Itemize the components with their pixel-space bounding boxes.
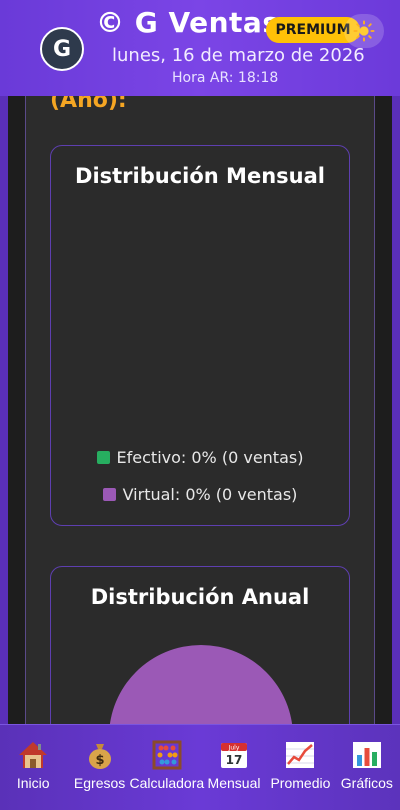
money-bag-icon: $ [88,744,111,769]
legend-item-virtual: Virtual: 0% (0 ventas) [51,485,349,504]
nav-label-graficos: Gráficos [340,775,393,791]
calendar-month: July [228,745,240,752]
user-avatar[interactable]: G [40,27,84,71]
nav-label-egresos: Egresos [73,775,126,791]
house-icon [19,742,48,768]
pie-slice-virtual [109,645,293,724]
nav-label-inicio: Inicio [16,775,50,791]
legend-item-efectivo: Efectivo: 0% (0 ventas) [51,448,349,467]
nav-item-promedio[interactable]: Promedio [267,725,333,791]
virtual-swatch [102,488,116,501]
monthly-distribution-card: Distribución Mensual Efectivo: 0% (0 ven… [50,145,350,526]
nav-item-calculadora[interactable]: Calculadora [129,725,204,791]
annual-card-title: Distribución Anual [90,585,310,609]
nav-item-inicio[interactable]: Inicio [0,725,66,791]
bottom-navigation: Inicio $ Egresos Calculadora July 17 Men… [0,724,400,810]
line-chart-icon [286,742,315,768]
nav-item-graficos[interactable]: Gráficos [334,725,400,791]
legend-label-virtual: Virtual: 0% (0 ventas) [122,485,298,504]
main-content[interactable]: (Año): Distribución Mensual Efectivo: 0%… [0,96,400,724]
bar-chart-icon [352,742,381,768]
nav-label-promedio: Promedio [270,775,331,791]
legend-label-efectivo: Efectivo: 0% (0 ventas) [116,448,304,467]
current-time: Hora AR: 18:18 [172,70,279,86]
annual-pie-chart [109,645,293,724]
app-title: © G Ventas [96,6,280,39]
nav-label-mensual: Mensual [207,775,261,791]
nav-label-calculadora: Calculadora [129,775,205,791]
nav-item-mensual[interactable]: July 17 Mensual [201,725,267,791]
abacus-icon [152,740,182,770]
sun-icon [353,20,375,42]
efectivo-swatch [96,451,110,464]
current-date: lunes, 16 de marzo de 2026 [112,45,365,66]
calendar-day: 17 [226,753,243,767]
nav-item-egresos[interactable]: $ Egresos [66,725,132,791]
avatar-letter: G [52,36,72,62]
section-heading: (Año): [50,96,127,113]
monthly-card-title: Distribución Mensual [75,164,325,188]
svg-text:$: $ [95,753,104,768]
app-header: G © G Ventas PREMIUM lunes, 16 de marzo … [0,0,400,96]
annual-distribution-card: Distribución Anual [50,566,350,724]
calendar-icon: July 17 [221,743,248,768]
theme-toggle-button[interactable] [344,14,384,48]
